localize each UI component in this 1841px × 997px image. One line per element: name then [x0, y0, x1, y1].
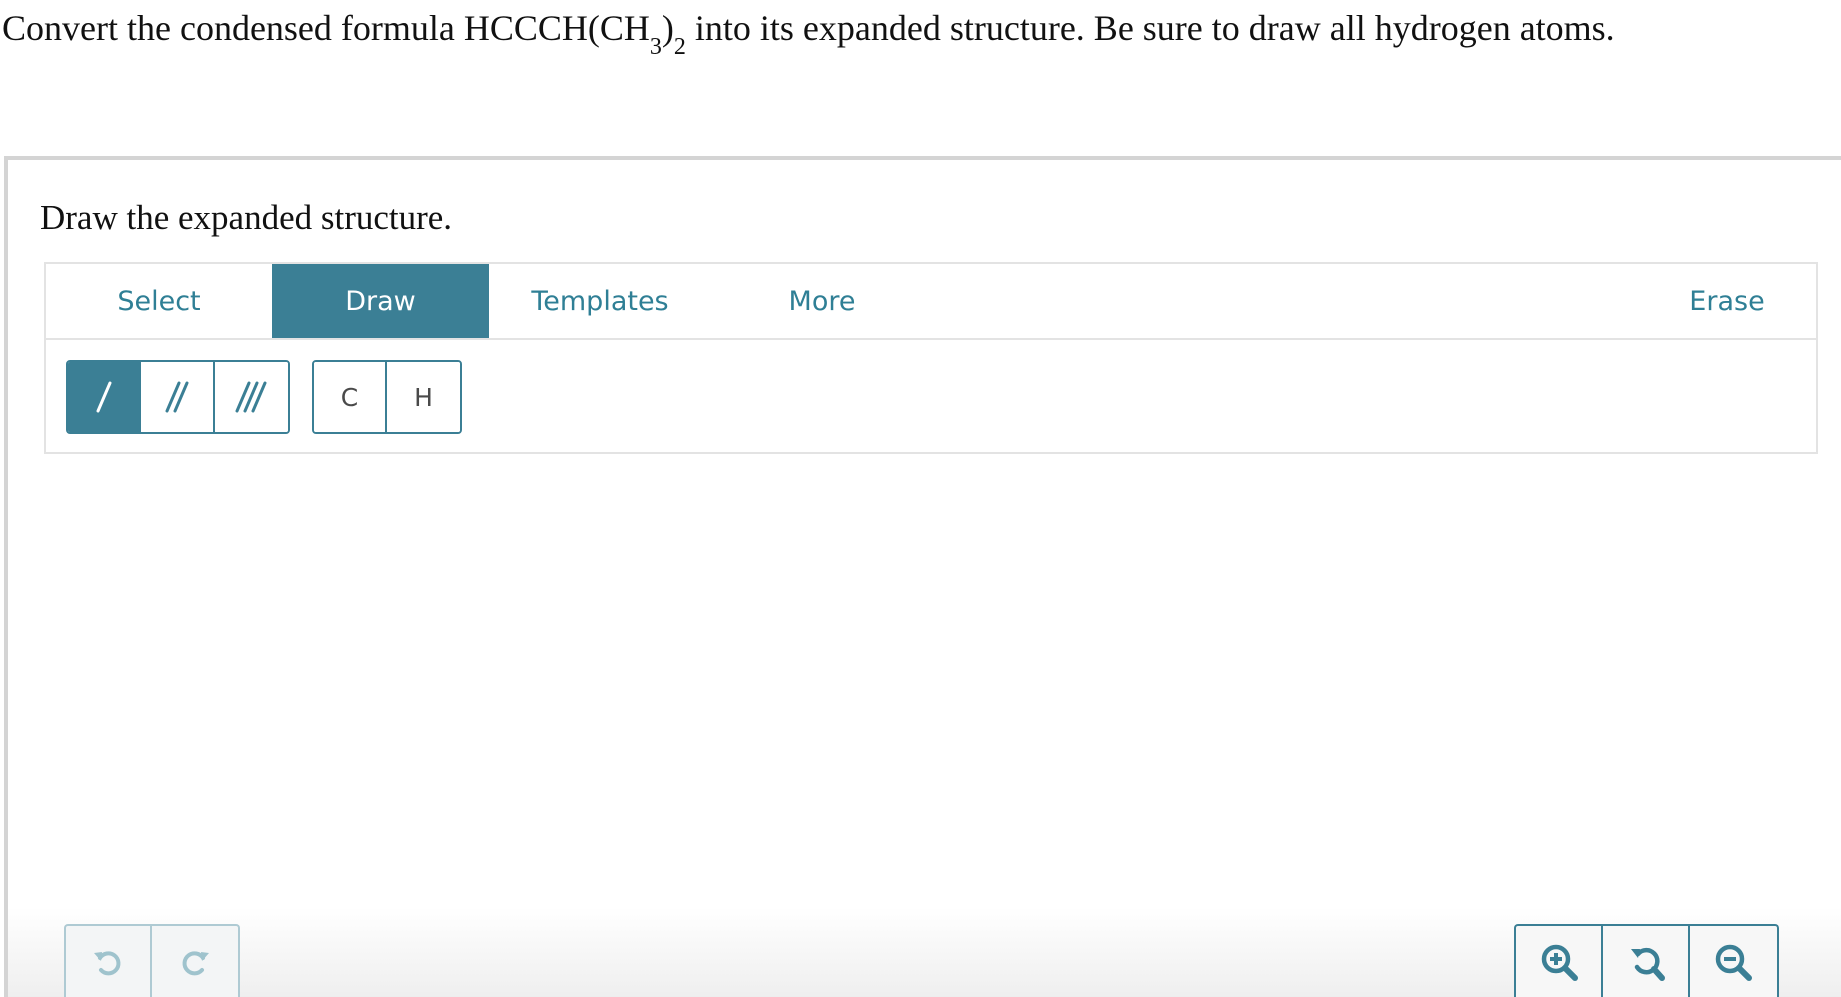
tab-templates[interactable]: Templates: [489, 264, 711, 338]
zoom-in-button[interactable]: [1516, 926, 1603, 997]
carbon-label: C: [340, 382, 359, 412]
single-bond-button[interactable]: [68, 362, 142, 432]
tab-draw[interactable]: Draw: [272, 264, 489, 338]
question-prefix: Convert the condensed formula HCCCH(CH: [2, 8, 650, 48]
double-bond-button[interactable]: [141, 362, 215, 432]
tab-more[interactable]: More: [711, 264, 933, 338]
bond-tools: [66, 360, 290, 434]
zoom-out-icon: [1716, 944, 1753, 981]
double-bond-icon: [165, 381, 189, 413]
sketcher-toolbar: Select Draw Templates More Erase C H: [44, 262, 1818, 454]
history-tools: [64, 924, 240, 997]
redo-button[interactable]: [152, 926, 238, 997]
triple-bond-button[interactable]: [214, 362, 288, 432]
question-suffix: into its expanded structure. Be sure to …: [685, 8, 1615, 48]
zoom-in-icon: [1541, 944, 1578, 981]
zoom-out-button[interactable]: [1690, 926, 1777, 997]
undo-icon: [94, 950, 121, 975]
hydrogen-label: H: [414, 382, 433, 412]
single-bond-icon: [96, 381, 112, 413]
atom-tools: C H: [312, 360, 462, 434]
triple-bond-icon: [235, 381, 267, 413]
undo-button[interactable]: [66, 926, 153, 997]
zoom-reset-icon: [1630, 947, 1665, 981]
zoom-tools: [1514, 924, 1779, 997]
question-subscript-3: 3: [649, 34, 662, 61]
question-close-paren: ): [661, 8, 674, 48]
prompt-text: Draw the expanded structure.: [40, 198, 453, 237]
tab-select[interactable]: Select: [46, 264, 272, 338]
zoom-reset-button[interactable]: [1603, 926, 1690, 997]
carbon-atom-button[interactable]: C: [314, 362, 388, 432]
question-text: Convert the condensed formula HCCCH(CH3)…: [2, 6, 1615, 59]
tab-erase[interactable]: Erase: [1642, 264, 1812, 338]
hydrogen-atom-button[interactable]: H: [387, 362, 460, 432]
tab-row: Select Draw Templates More Erase: [46, 264, 1816, 340]
question-subscript-2: 2: [673, 34, 686, 61]
redo-icon: [182, 950, 209, 975]
